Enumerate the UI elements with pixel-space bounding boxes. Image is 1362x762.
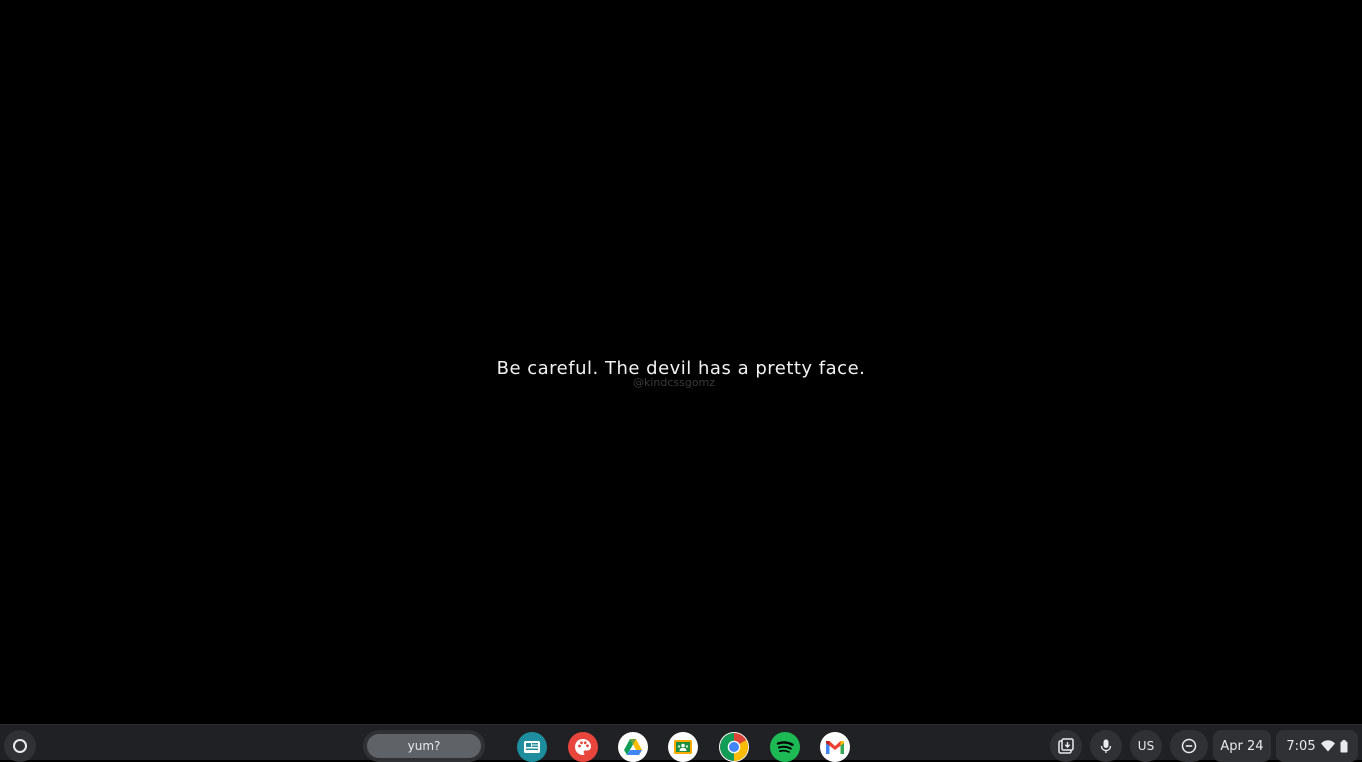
calendar-date-button[interactable]: Apr 24	[1213, 730, 1271, 762]
holding-space-icon	[1058, 738, 1074, 754]
palette-icon	[575, 739, 591, 755]
time-label: 7:05	[1286, 738, 1316, 754]
do-not-disturb-icon	[1181, 738, 1197, 754]
launcher-button[interactable]	[4, 730, 36, 762]
spotify-icon	[776, 741, 794, 753]
holding-space-button[interactable]	[1050, 730, 1082, 762]
paint-app-button[interactable]	[568, 732, 598, 762]
launcher-circle-icon	[13, 739, 27, 753]
gmail-icon	[826, 741, 844, 754]
desk-button[interactable]: yum?	[363, 730, 485, 762]
battery-icon	[1340, 739, 1348, 752]
date-label: Apr 24	[1220, 738, 1264, 754]
microphone-icon	[1100, 739, 1112, 753]
system-tray-button[interactable]: 7:05	[1276, 730, 1358, 762]
classroom-app-button[interactable]	[668, 732, 698, 762]
spotify-app-button[interactable]	[770, 732, 800, 762]
desktop-wallpaper: Be careful. The devil has a pretty face.…	[0, 0, 1362, 724]
ime-menu-button[interactable]: US	[1130, 730, 1162, 762]
drive-app-button[interactable]	[618, 732, 648, 762]
news-icon	[524, 741, 540, 753]
wallpaper-watermark: @kindcssgomz	[632, 376, 716, 389]
news-app-button[interactable]	[517, 732, 547, 762]
shelf: yum? US Apr 24 7:05	[0, 724, 1362, 762]
chrome-app-button[interactable]	[719, 732, 749, 762]
google-classroom-icon	[674, 740, 692, 754]
google-drive-icon	[624, 739, 642, 755]
gmail-app-button[interactable]	[820, 732, 850, 762]
ime-label: US	[1137, 739, 1155, 753]
do-not-disturb-button[interactable]	[1170, 730, 1208, 762]
chrome-icon	[720, 733, 748, 761]
desk-label: yum?	[367, 734, 481, 758]
dictation-button[interactable]	[1090, 730, 1122, 762]
wifi-icon	[1320, 740, 1335, 752]
